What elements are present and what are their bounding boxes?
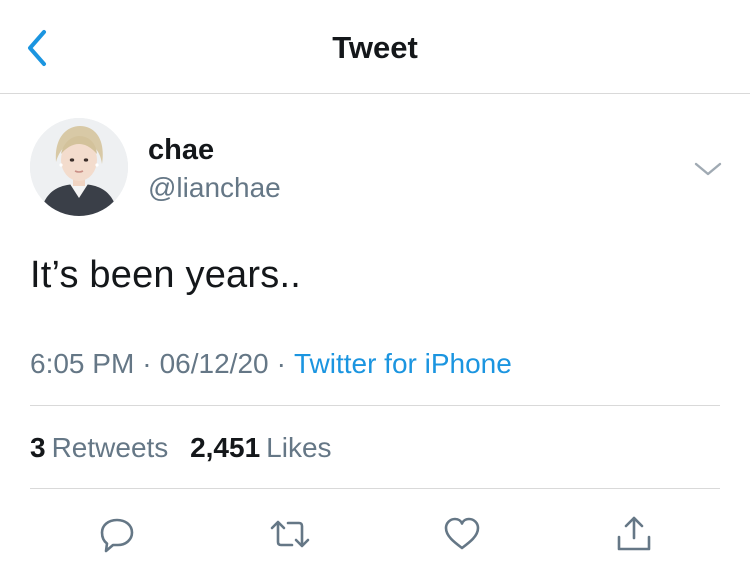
heart-icon <box>444 517 480 550</box>
username-handle[interactable]: @lianchae <box>148 172 281 204</box>
tweet-date: 06/12/20 <box>159 348 269 379</box>
share-button[interactable] <box>612 512 656 556</box>
more-options-button[interactable] <box>692 158 724 180</box>
divider <box>30 488 720 489</box>
likes-stat[interactable]: 2,451 Likes <box>190 432 345 463</box>
retweet-icon <box>270 520 310 548</box>
display-name[interactable]: chae <box>148 134 214 167</box>
navigation-bar: Tweet <box>0 0 750 94</box>
retweets-count: 3 <box>30 432 46 463</box>
meta-separator: · <box>142 348 152 379</box>
meta-separator: · <box>276 348 286 379</box>
likes-count: 2,451 <box>190 432 261 463</box>
retweets-label: Retweets <box>51 432 169 463</box>
retweets-stat[interactable]: 3 Retweets <box>30 432 182 463</box>
tweet-text: It’s been years.. <box>30 254 301 296</box>
likes-label: Likes <box>266 432 332 463</box>
share-icon <box>617 516 651 551</box>
reply-icon <box>100 518 134 553</box>
avatar-image <box>30 118 128 216</box>
retweet-button[interactable] <box>268 512 312 556</box>
avatar[interactable] <box>30 118 128 216</box>
tweet-source-link[interactable]: Twitter for iPhone <box>294 348 512 379</box>
page-title: Tweet <box>332 30 418 65</box>
tweet-time: 6:05 PM <box>30 348 135 379</box>
divider <box>30 405 720 406</box>
reply-button[interactable] <box>95 512 139 556</box>
tweet-metadata: 6:05 PM · 06/12/20 · Twitter for iPhone <box>30 348 512 380</box>
engagement-stats: 3 Retweets 2,451 Likes <box>30 432 346 464</box>
like-button[interactable] <box>440 512 484 556</box>
chevron-down-icon <box>694 162 722 176</box>
